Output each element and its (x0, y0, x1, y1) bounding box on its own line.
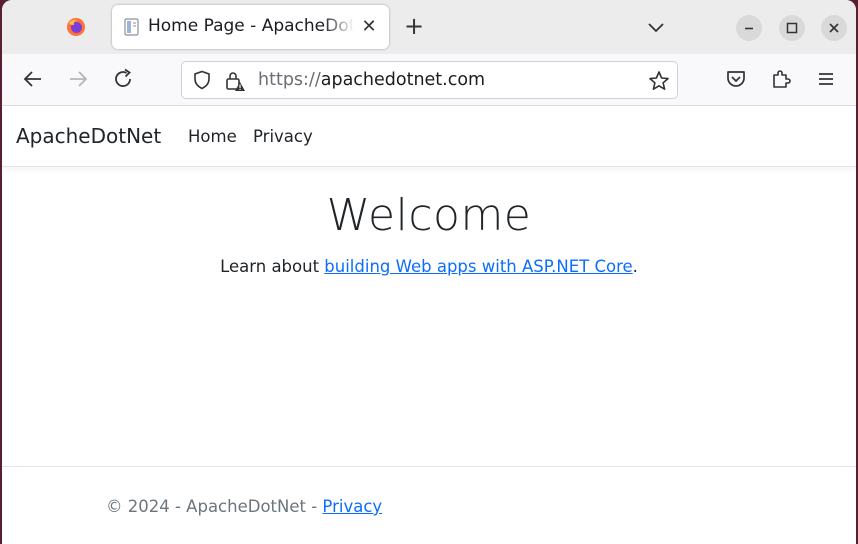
puzzle-icon[interactable] (769, 67, 793, 91)
url-text[interactable]: https://apachedotnet.com (258, 70, 485, 90)
url-scheme: https:// (258, 70, 321, 90)
pocket-icon[interactable] (724, 67, 748, 91)
new-tab-button[interactable]: + (401, 14, 427, 40)
page-favicon-icon (124, 18, 139, 36)
site-footer: © 2024 - ApacheDotNet - Privacy (2, 466, 856, 544)
close-window-button[interactable] (821, 15, 847, 41)
back-arrow-icon[interactable] (21, 67, 45, 91)
chevron-down-icon[interactable] (645, 16, 667, 38)
site-brand[interactable]: ApacheDotNet (16, 124, 161, 148)
maximize-icon (786, 22, 798, 34)
forward-arrow-icon[interactable] (66, 67, 90, 91)
footer-text: © 2024 - ApacheDotNet - Privacy (106, 497, 382, 516)
close-icon (829, 23, 839, 33)
site-navbar: ApacheDotNet Home Privacy (2, 106, 856, 167)
browser-window: Home Page - ApacheDotNet ✕ + (2, 0, 856, 544)
aspnet-docs-link[interactable]: building Web apps with ASP.NET Core (324, 257, 632, 276)
url-host: apachedotnet.com (320, 70, 486, 90)
page-title: Welcome (326, 190, 532, 241)
star-icon[interactable] (648, 70, 670, 92)
tab-strip: Home Page - ApacheDotNet ✕ + (2, 0, 856, 54)
tab-title: Home Page - ApacheDotNet (148, 16, 354, 36)
url-bar[interactable]: https://apachedotnet.com (181, 61, 678, 99)
minimize-icon (745, 27, 753, 30)
browser-toolbar: https://apachedotnet.com (2, 54, 856, 106)
tab-active[interactable]: Home Page - ApacheDotNet ✕ (112, 5, 389, 49)
intro-prefix: Learn about (220, 257, 325, 276)
intro-suffix: . (632, 257, 638, 276)
intro-text: Learn about building Web apps with ASP.N… (2, 257, 856, 276)
nav-link-privacy[interactable]: Privacy (253, 127, 313, 146)
footer-privacy-link[interactable]: Privacy (322, 497, 382, 516)
nav-link-home[interactable]: Home (188, 127, 237, 146)
footer-copyright: © 2024 - ApacheDotNet - (106, 497, 323, 516)
minimize-button[interactable] (736, 15, 762, 41)
shield-icon[interactable] (192, 70, 212, 90)
page-content: ApacheDotNet Home Privacy Welcome Learn … (2, 106, 856, 544)
tab-close-icon[interactable]: ✕ (359, 17, 379, 37)
firefox-icon[interactable] (66, 17, 86, 37)
maximize-button[interactable] (779, 15, 805, 41)
hamburger-menu-icon[interactable] (814, 67, 838, 91)
reload-icon[interactable] (111, 67, 135, 91)
lock-warning-icon[interactable] (224, 70, 246, 92)
